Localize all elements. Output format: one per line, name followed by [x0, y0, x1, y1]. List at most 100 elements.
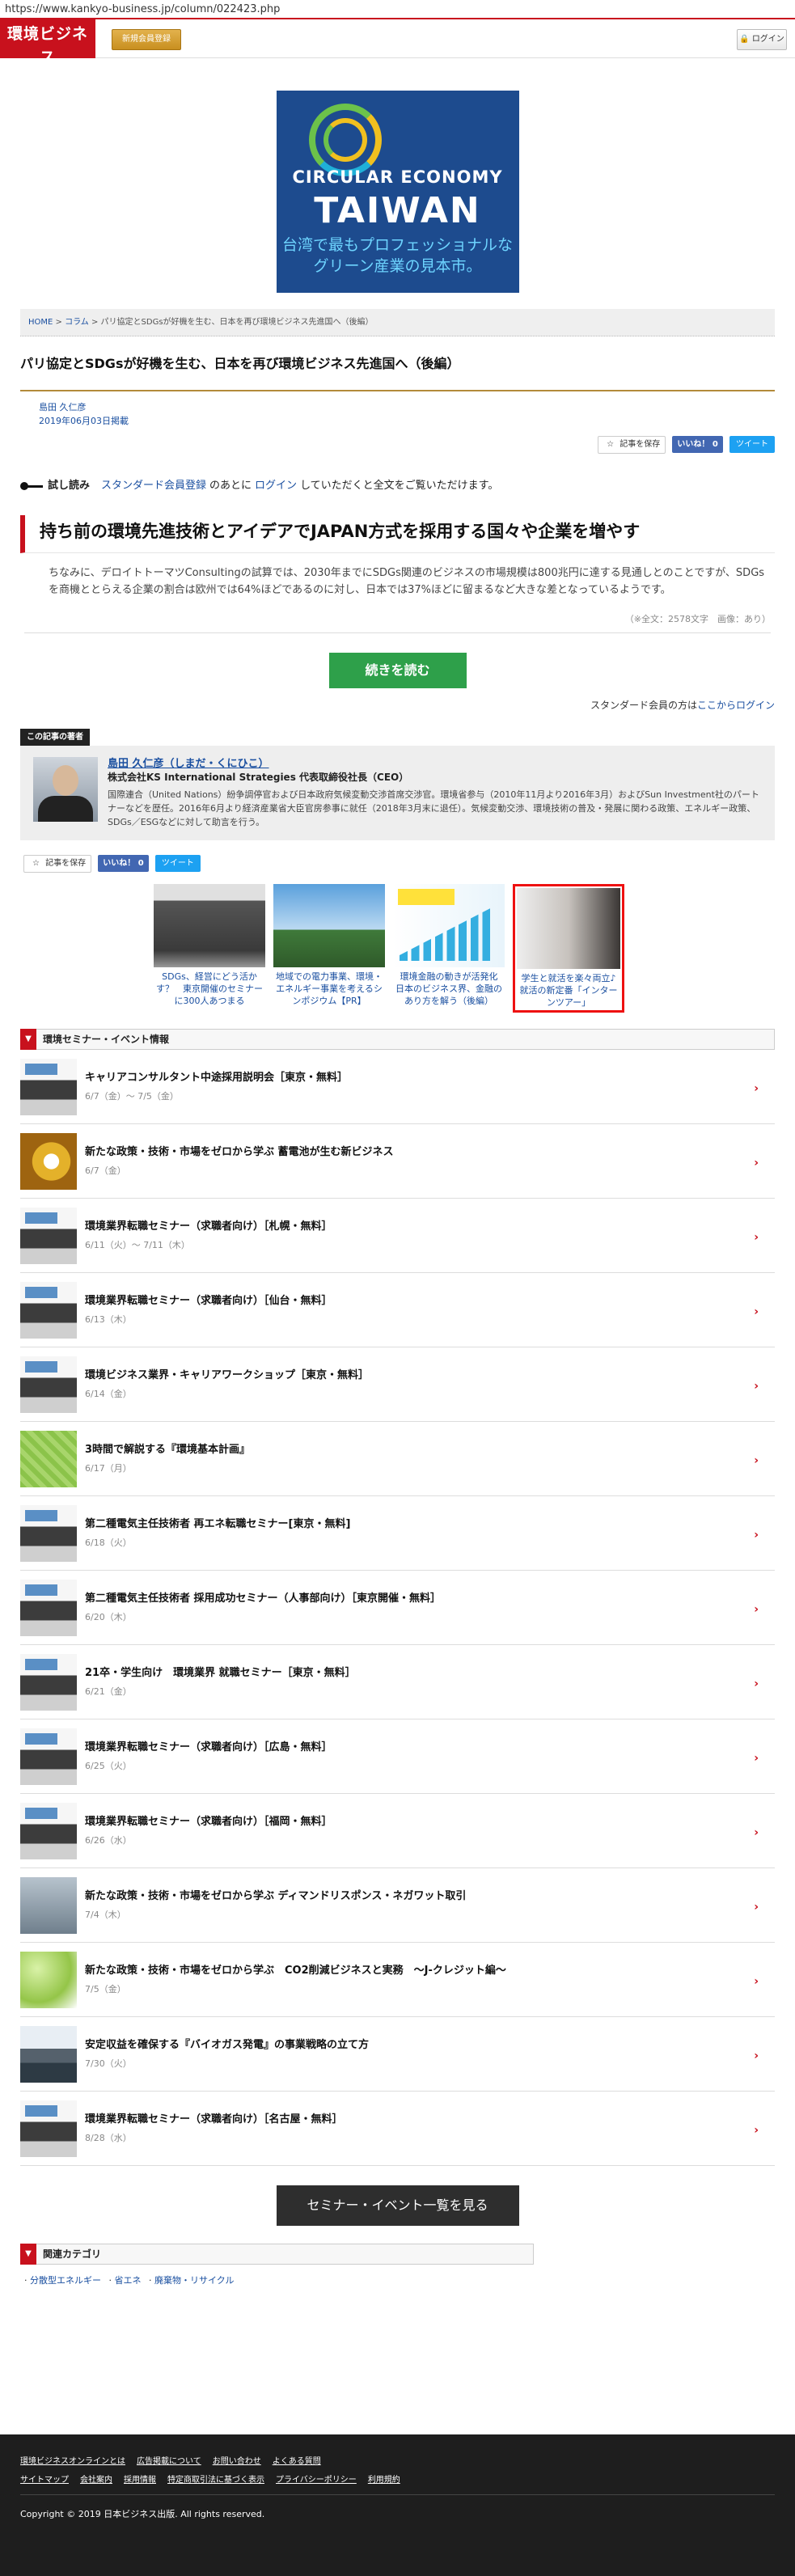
event-thumb	[20, 1728, 77, 1785]
chevron-right-icon: ›	[754, 1305, 759, 1318]
standard-login-link[interactable]: ここからログイン	[697, 700, 775, 711]
author-name-link[interactable]: 島田 久仁彦（しまだ・くにひこ）	[108, 757, 762, 771]
related-thumb[interactable]	[273, 884, 385, 967]
event-item[interactable]: 環境業界転職セミナー（求職者向け）［名古屋・無料］ 8/28（水） ›	[20, 2092, 775, 2166]
member-register-button[interactable]: 新規会員登録	[112, 29, 181, 50]
related-thumb[interactable]	[517, 888, 620, 969]
copyright: Copyright © 2019 日本ビジネス出版. All rights re…	[20, 2509, 265, 2519]
chevron-right-icon: ›	[754, 2049, 759, 2062]
event-thumb	[20, 1132, 77, 1190]
save-article-button[interactable]: ☆ 記事を保存	[598, 436, 666, 454]
tweet-button-bottom[interactable]: ツイート	[154, 855, 201, 873]
address-bar[interactable]: https://www.kankyo-business.jp/column/02…	[0, 0, 795, 18]
page: https://www.kankyo-business.jp/column/02…	[0, 0, 795, 2576]
lead-heading: 持ち前の環境先進技術とアイデアでJAPAN方式を採用する国々や企業を増やす	[20, 514, 775, 553]
chevron-down-icon: ▼	[20, 1029, 36, 1050]
event-thumb	[20, 1504, 77, 1562]
save-article-button-bottom[interactable]: ☆ 記事を保存	[23, 855, 92, 873]
avatar	[33, 757, 98, 822]
trial-notice: 試し読み スタンダード会員登録 のあとに ログイン していただくと全文をご覧いた…	[20, 478, 775, 494]
star-icon: ☆	[607, 440, 615, 449]
event-item[interactable]: 環境ビジネス業界・キャリアワークショップ［東京・無料］ 6/14（金） ›	[20, 1347, 775, 1422]
breadcrumb-current: パリ協定とSDGsが好機を生む、日本を再び環境ビジネス先進国へ（後編）	[100, 318, 374, 327]
trial-login-link[interactable]: ログイン	[255, 478, 297, 494]
event-item[interactable]: 新たな政策・技術・市場をゼロから学ぶ 蓄電池が生む新ビジネス 6/7（金） ›	[20, 1124, 775, 1199]
event-item[interactable]: 環境業界転職セミナー（求職者向け）［札幌・無料］ 6/11（火）～ 7/11（木）…	[20, 1199, 775, 1273]
related-article-selected[interactable]: 学生と就活を楽々両立♪就活の新定番「インターンツアー」	[513, 884, 624, 1013]
related-article[interactable]: 環境金融の動きが活発化 日本のビジネス界、金融のあり方を解う（後編）	[393, 884, 507, 1013]
standard-login: スタンダード会員の方はここからログイン	[590, 700, 775, 711]
author-bio: 国際連合（United Nations）紛争調停官および日本政府気候変動交渉首席…	[108, 789, 759, 827]
author-link[interactable]: 島田 久仁彦	[39, 402, 87, 412]
chevron-right-icon: ›	[754, 2124, 759, 2137]
standard-register-link[interactable]: スタンダード会員登録	[101, 478, 206, 494]
event-list-button[interactable]: セミナー・イベント一覧を見る	[276, 2185, 519, 2226]
breadcrumb-column[interactable]: コラム	[65, 318, 89, 327]
event-thumb	[20, 1653, 77, 1711]
related-thumb[interactable]	[154, 884, 265, 967]
event-thumb	[20, 2025, 77, 2083]
tweet-button[interactable]: ツイート	[729, 436, 775, 454]
category-link[interactable]: 分散型エネルギー	[30, 2275, 101, 2286]
event-thumb	[20, 1430, 77, 1487]
login-button[interactable]: 🔒 ログイン	[737, 29, 787, 50]
related-article[interactable]: 地域での電力事業、環境・エネルギー事業を考えるシンポジウム【PR】	[273, 884, 385, 1013]
chevron-right-icon: ›	[754, 1529, 759, 1542]
category-link[interactable]: 廃棄物・リサイクル	[154, 2275, 234, 2286]
footer-link[interactable]: サイトマップ	[20, 2474, 69, 2486]
chevron-right-icon: ›	[754, 1157, 759, 1170]
event-item[interactable]: キャリアコンサルタント中途採用説明会［東京・無料］ 6/7（金）～ 7/5（金） ›	[20, 1050, 775, 1124]
event-thumb	[20, 1951, 77, 2008]
footer-link[interactable]: 特定商取引法に基づく表示	[167, 2474, 264, 2486]
footer-link[interactable]: 採用情報	[124, 2474, 156, 2486]
event-item[interactable]: 3時間で解説する『環境基本計画』 6/17（月） ›	[20, 1422, 775, 1496]
event-thumb	[20, 1579, 77, 1636]
facebook-like-button-bottom[interactable]: いいね！ 0	[98, 855, 149, 873]
author-section-tag: この記事の著者	[20, 729, 90, 746]
star-icon: ☆	[32, 859, 40, 868]
chevron-right-icon: ›	[754, 1901, 759, 1914]
related-articles: SDGs、経営にどう活かす？ 東京開催のセミナーに300人あつまる 地域での電力…	[154, 884, 795, 1013]
event-item[interactable]: 第二種電気主任技術者 再エネ転職セミナー[東京・無料] 6/18（火） ›	[20, 1496, 775, 1571]
social-buttons-bottom: ☆ 記事を保存 いいね！ 0 ツイート	[20, 855, 775, 873]
ad-banner[interactable]: CIRCULAR ECONOMY TAIWAN 台湾で最もプロフェッショナルなグ…	[276, 91, 519, 293]
related-article[interactable]: SDGs、経営にどう活かす？ 東京開催のセミナーに300人あつまる	[154, 884, 265, 1013]
event-item[interactable]: 新たな政策・技術・市場をゼロから学ぶ ディマンドリスポンス・ネガワット取引 7/4…	[20, 1868, 775, 1943]
chevron-right-icon: ›	[754, 1082, 759, 1095]
events-section-heading: ▼ 環境セミナー・イベント情報	[20, 1029, 775, 1050]
word-count: （※全文：2578文字 画像：あり）	[24, 613, 771, 633]
facebook-like-button[interactable]: いいね！ 0	[672, 436, 723, 454]
event-item[interactable]: 安定収益を確保する『バイオガス発電』の事業戦略の立て方 7/30（火） ›	[20, 2017, 775, 2092]
site-logo[interactable]: 環境ビジネス オンライン	[0, 19, 95, 76]
footer-link[interactable]: 会社案内	[80, 2474, 112, 2486]
footer-link[interactable]: 広告掲載について	[137, 2455, 201, 2468]
event-item[interactable]: 第二種電気主任技術者 採用成功セミナー（人事部向け）［東京開催・無料］ 6/20（…	[20, 1571, 775, 1645]
chevron-right-icon: ›	[754, 1752, 759, 1765]
event-thumb	[20, 1281, 77, 1339]
chevron-right-icon: ›	[754, 1454, 759, 1467]
footer-link[interactable]: お問い合わせ	[213, 2455, 261, 2468]
events-list: キャリアコンサルタント中途採用説明会［東京・無料］ 6/7（金）～ 7/5（金） ›…	[20, 1050, 775, 2166]
footer-link[interactable]: 環境ビジネスオンラインとは	[20, 2455, 125, 2468]
breadcrumb-home[interactable]: HOME	[28, 318, 53, 327]
site-header: 環境ビジネス オンライン 新規会員登録 🔒 ログイン	[0, 18, 795, 76]
event-item[interactable]: 21卒・学生向け 環境業界 就職セミナー［東京・無料］ 6/21（金） ›	[20, 1645, 775, 1719]
category-link[interactable]: 省エネ	[115, 2275, 142, 2286]
footer-link[interactable]: プライバシーポリシー	[276, 2474, 357, 2486]
publish-date[interactable]: 2019年06月03日掲載	[39, 416, 129, 426]
event-item[interactable]: 環境業界転職セミナー（求職者向け）［仙台・無料］ 6/13（木） ›	[20, 1273, 775, 1347]
category-links: · 分散型エネルギー · 省エネ · 廃棄物・リサイクル	[24, 2275, 235, 2286]
circle-logo-inner-icon	[323, 118, 367, 162]
read-more-button[interactable]: 続きを読む	[328, 653, 467, 688]
related-thumb[interactable]	[393, 884, 505, 967]
footer-link[interactable]: よくある質問	[273, 2455, 321, 2468]
lock-icon: 🔒	[739, 35, 750, 44]
event-thumb	[20, 1802, 77, 1859]
event-item[interactable]: 新たな政策・技術・市場をゼロから学ぶ CO2削減ビジネスと実務 ～J-クレジット…	[20, 1943, 775, 2017]
key-icon	[20, 481, 43, 490]
event-item[interactable]: 環境業界転職セミナー（求職者向け）［広島・無料］ 6/25（火） ›	[20, 1719, 775, 1794]
site-footer: 環境ビジネスオンラインとは 広告掲載について お問い合わせ よくある質問 サイト…	[0, 2434, 795, 2576]
page-title: パリ協定とSDGsが好機を生む、日本を再び環境ビジネス先進国へ（後編）	[20, 354, 775, 391]
footer-link[interactable]: 利用規約	[368, 2474, 400, 2486]
event-item[interactable]: 環境業界転職セミナー（求職者向け）［福岡・無料］ 6/26（水） ›	[20, 1794, 775, 1868]
